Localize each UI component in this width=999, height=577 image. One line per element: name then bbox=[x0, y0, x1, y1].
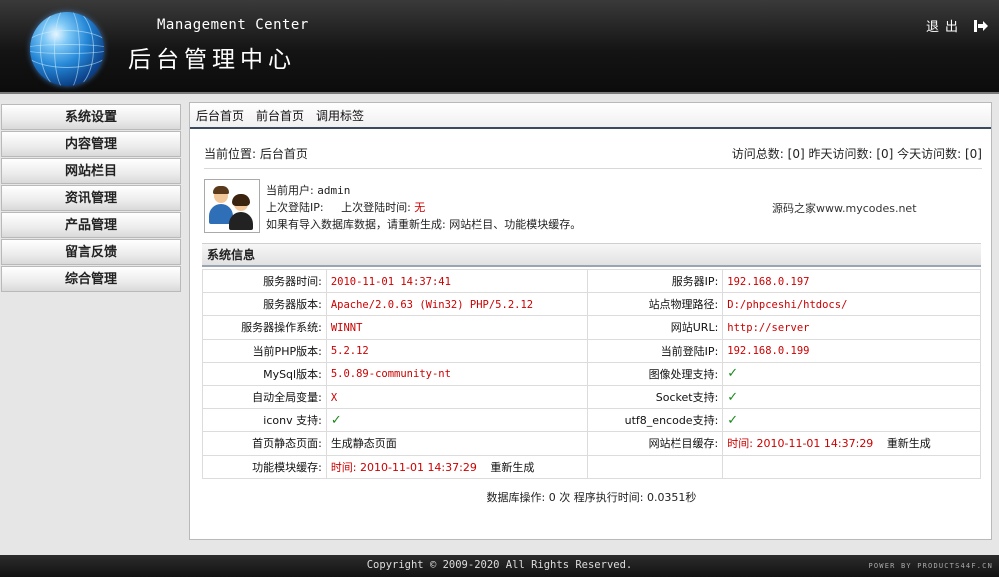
site-path-value: D:/phpceshi/htdocs/ bbox=[727, 298, 848, 311]
copyright-text: Copyright © 2009-2020 All Rights Reserve… bbox=[366, 559, 633, 571]
sidebar-item-site-columns[interactable]: 网站栏目 bbox=[1, 158, 181, 184]
breadcrumb: 当前位置: 后台首页 bbox=[204, 147, 308, 161]
last-time-label: 上次登陆时间: bbox=[341, 201, 411, 214]
visit-stats: 访问总数: [0] 昨天访问数: [0] 今天访问数: [0] bbox=[731, 147, 982, 161]
db-stats: 数据库操作: 0 次 程序执行时间: 0.0351秒 bbox=[486, 491, 697, 504]
column-cache-label: 网站栏目缓存: bbox=[587, 431, 724, 456]
login-ip-value: 192.168.0.199 bbox=[727, 345, 810, 358]
last-ip-label: 上次登陆IP: bbox=[266, 201, 324, 214]
logout-icon[interactable] bbox=[974, 19, 988, 32]
table-row: 当前PHP版本: 5.2.12 当前登陆IP: 192.168.0.199 bbox=[202, 338, 981, 363]
column-cache-time: 时间: 2010-11-01 14:37:29 bbox=[727, 437, 874, 451]
generate-static-page-link[interactable]: 生成静态页面 bbox=[331, 437, 397, 450]
module-cache-regenerate-link[interactable]: 重新生成 bbox=[490, 461, 534, 474]
empty-cell bbox=[722, 454, 981, 479]
server-time-value: 2010-11-01 14:37:41 bbox=[330, 275, 451, 288]
user-details: 当前用户: admin 上次登陆IP: 上次登陆时间: 无 如果有导入数据库数据… bbox=[266, 182, 581, 233]
logout-label: 退出 bbox=[925, 20, 964, 35]
globe-logo-icon bbox=[30, 12, 104, 86]
socket-support-label: Socket支持: bbox=[587, 384, 724, 410]
logout-button[interactable]: 退出 bbox=[925, 16, 988, 35]
register-globals-value: X bbox=[330, 391, 338, 404]
footer: Copyright © 2009-2020 All Rights Reserve… bbox=[0, 555, 999, 577]
regenerate-notice: 如果有导入数据库数据，请重新生成: 网站栏目、功能模块缓存。 bbox=[266, 218, 582, 231]
server-version-value: Apache/2.0.63 (Win32) PHP/5.2.12 bbox=[330, 298, 534, 311]
utf8-encode-check-icon: ✓ bbox=[727, 412, 739, 428]
table-row: 功能模块缓存: 时间: 2010-11-01 14:37:29 重新生成 bbox=[202, 454, 981, 479]
current-user-label: 当前用户: bbox=[266, 184, 314, 197]
php-version-label: 当前PHP版本: bbox=[202, 338, 327, 363]
table-row: 服务器版本: Apache/2.0.63 (Win32) PHP/5.2.12 … bbox=[202, 292, 981, 317]
user-info: 当前用户: admin 上次登陆IP: 上次登陆时间: 无 如果有导入数据库数据… bbox=[204, 179, 982, 237]
users-avatar-icon bbox=[204, 179, 260, 233]
tab-call-tags[interactable]: 调用标签 bbox=[316, 107, 364, 124]
powered-by-text: POWER BY PRODUCTS44F.CN bbox=[868, 562, 993, 570]
module-cache-time: 时间: 2010-11-01 14:37:29 bbox=[330, 460, 477, 474]
site-path-label: 站点物理路径: bbox=[587, 292, 724, 317]
image-support-label: 图像处理支持: bbox=[587, 361, 724, 386]
tab-front-home[interactable]: 前台首页 bbox=[256, 107, 304, 124]
iconv-support-check-icon: ✓ bbox=[330, 412, 342, 428]
site-url-label: 网站URL: bbox=[587, 315, 724, 340]
server-ip-value: 192.168.0.197 bbox=[727, 275, 810, 288]
login-ip-label: 当前登陆IP: bbox=[587, 338, 724, 363]
site-url-value: http://server bbox=[727, 321, 810, 334]
tab-admin-home[interactable]: 后台首页 bbox=[196, 107, 244, 124]
server-ip-label: 服务器IP: bbox=[587, 268, 724, 294]
tab-bar: 后台首页 前台首页 调用标签 bbox=[190, 103, 991, 129]
sidebar-item-general-management[interactable]: 综合管理 bbox=[1, 266, 181, 292]
module-cache-label: 功能模块缓存: bbox=[202, 454, 327, 479]
table-row: 服务器操作系统: WINNT 网站URL: http://server bbox=[202, 315, 981, 340]
header-title-en: Management Center bbox=[157, 17, 309, 33]
current-user-value: admin bbox=[317, 184, 351, 197]
mysql-version-value: 5.0.89-community-nt bbox=[330, 368, 451, 381]
iconv-support-label: iconv 支持: bbox=[202, 408, 327, 433]
static-page-label: 首页静态页面: bbox=[202, 431, 327, 456]
sidebar: 系统设置 内容管理 网站栏目 资讯管理 产品管理 留言反馈 综合管理 bbox=[1, 104, 181, 293]
server-os-label: 服务器操作系统: bbox=[202, 315, 327, 340]
table-row: iconv 支持: ✓ utf8_encode支持: ✓ bbox=[202, 408, 981, 433]
system-info-title: 系统信息 bbox=[202, 243, 981, 267]
table-row: 首页静态页面: 生成静态页面 网站栏目缓存: 时间: 2010-11-01 14… bbox=[202, 431, 981, 456]
php-version-value: 5.2.12 bbox=[330, 345, 369, 358]
system-info-table: 服务器时间: 2010-11-01 14:37:41 服务器IP: 192.16… bbox=[202, 268, 981, 479]
utf8-encode-label: utf8_encode支持: bbox=[587, 408, 724, 433]
sidebar-item-system-settings[interactable]: 系统设置 bbox=[1, 104, 181, 130]
location-row: 当前位置: 后台首页 访问总数: [0] 昨天访问数: [0] 今天访问数: [… bbox=[204, 145, 982, 169]
server-version-label: 服务器版本: bbox=[202, 292, 327, 317]
image-support-check-icon: ✓ bbox=[727, 366, 739, 382]
last-time-value: 无 bbox=[414, 201, 426, 214]
sidebar-item-content-management[interactable]: 内容管理 bbox=[1, 131, 181, 157]
sidebar-item-product-management[interactable]: 产品管理 bbox=[1, 212, 181, 238]
main-panel: 后台首页 前台首页 调用标签 当前位置: 后台首页 访问总数: [0] 昨天访问… bbox=[189, 102, 992, 540]
register-globals-label: 自动全局变量: bbox=[202, 384, 327, 410]
header-title-cn: 后台管理中心 bbox=[128, 47, 296, 73]
table-row: 服务器时间: 2010-11-01 14:37:41 服务器IP: 192.16… bbox=[202, 268, 981, 294]
watermark-text: 源码之家www.mycodes.net bbox=[772, 202, 917, 215]
mysql-version-label: MySql版本: bbox=[202, 361, 327, 386]
server-os-value: WINNT bbox=[330, 321, 363, 334]
empty-cell bbox=[587, 454, 724, 479]
server-time-label: 服务器时间: bbox=[202, 268, 327, 294]
header: Management Center 后台管理中心 退出 bbox=[0, 0, 999, 94]
socket-support-check-icon: ✓ bbox=[727, 389, 739, 405]
column-cache-regenerate-link[interactable]: 重新生成 bbox=[887, 437, 931, 450]
sidebar-item-news-management[interactable]: 资讯管理 bbox=[1, 185, 181, 211]
table-row: MySql版本: 5.0.89-community-nt 图像处理支持: ✓ bbox=[202, 361, 981, 386]
table-row: 自动全局变量: X Socket支持: ✓ bbox=[202, 384, 981, 410]
sidebar-item-feedback[interactable]: 留言反馈 bbox=[1, 239, 181, 265]
